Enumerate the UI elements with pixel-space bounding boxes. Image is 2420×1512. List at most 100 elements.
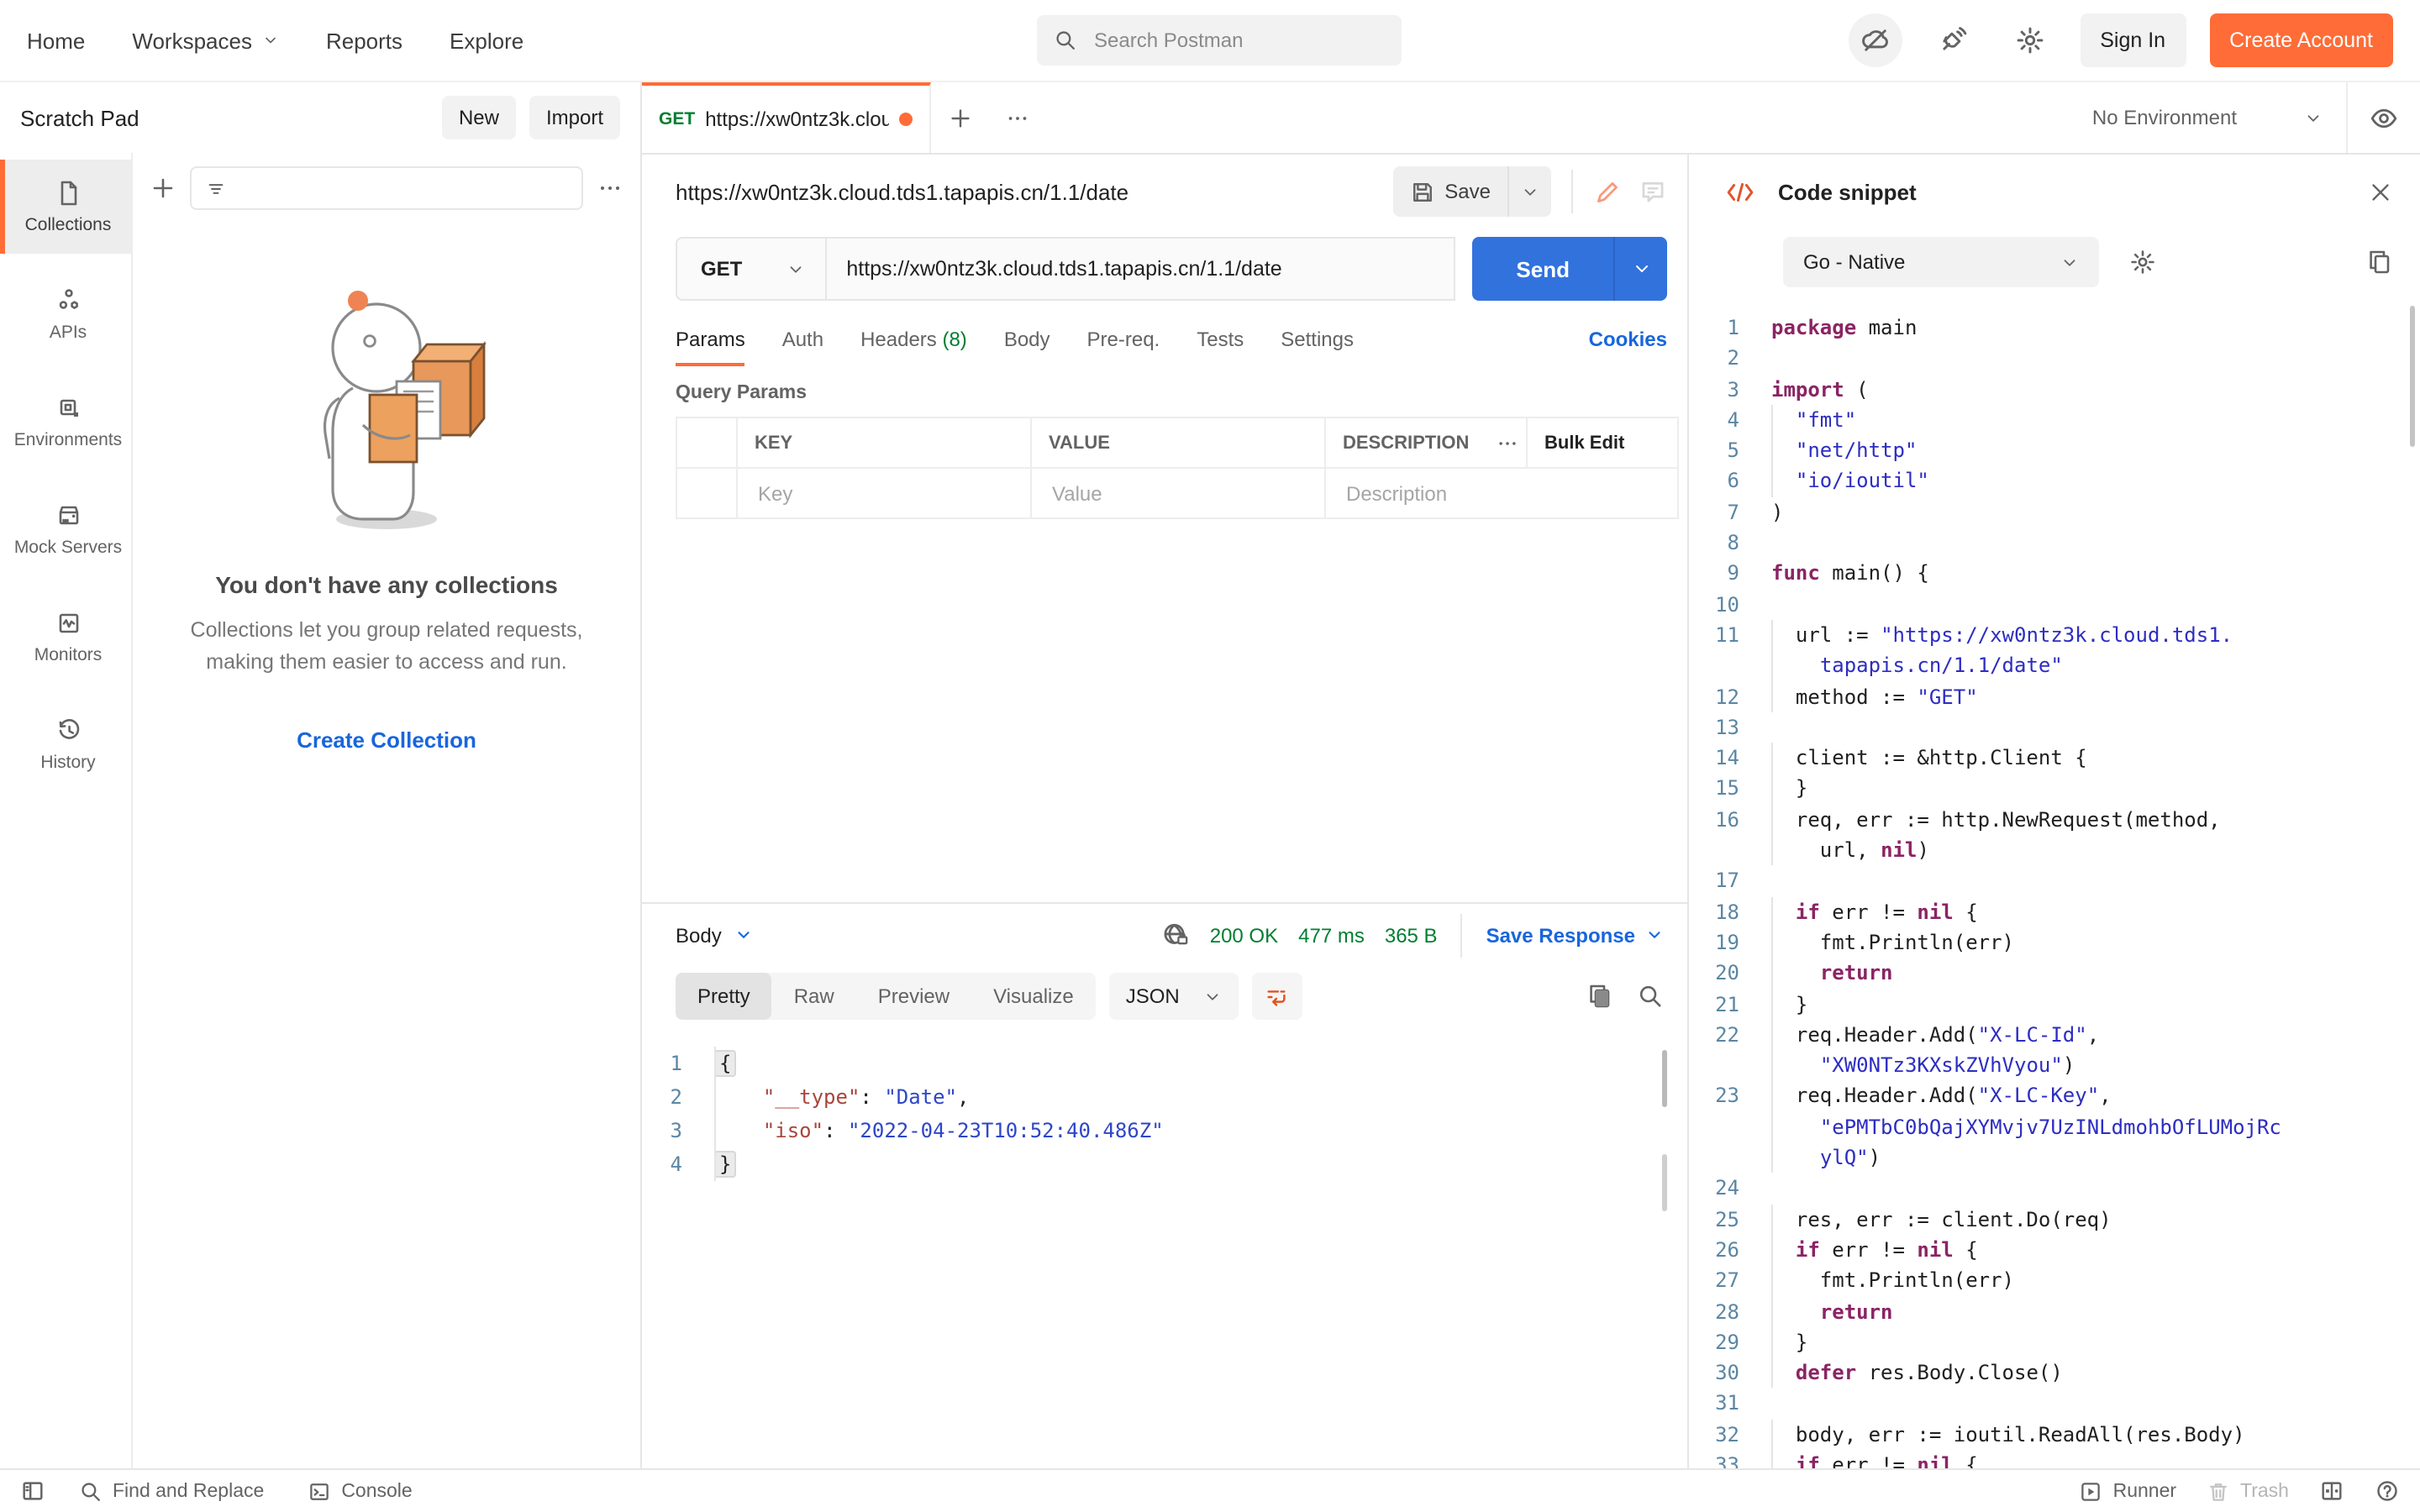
search-response-icon[interactable]: [1637, 983, 1664, 1010]
cookies-link[interactable]: Cookies: [1589, 328, 1667, 351]
response-scrollbar-thumb[interactable]: [1662, 1154, 1667, 1211]
comments-icon[interactable]: [1639, 177, 1667, 206]
environment-dropdown[interactable]: No Environment: [2069, 106, 2346, 129]
environment-quick-look-button[interactable]: [2346, 82, 2420, 153]
code-line: 16 req, err := http.NewRequest(method,: [1689, 805, 2420, 836]
send-button[interactable]: Send: [1472, 237, 1613, 301]
environment-selector: No Environment: [2069, 82, 2420, 153]
collections-filter[interactable]: [190, 166, 583, 210]
find-and-replace-button[interactable]: Find and Replace: [79, 1479, 264, 1503]
response-body-editor[interactable]: 1{2 "__type": "Date",3 "iso": "2022-04-2…: [642, 1026, 1687, 1468]
save-icon: [1409, 179, 1434, 204]
response-scrollbar-thumb[interactable]: [1662, 1050, 1667, 1107]
code-snippet-panel: Code snippet Go - Native 1package main23…: [1687, 155, 2420, 1468]
method-selector[interactable]: GET: [676, 237, 824, 301]
wrap-lines-button[interactable]: [1252, 973, 1302, 1020]
import-button[interactable]: Import: [529, 96, 620, 139]
sidebar-item-apis[interactable]: APIs: [0, 267, 131, 361]
question-icon: [2375, 1478, 2400, 1504]
collections-more-icon[interactable]: [597, 175, 623, 202]
new-tab-button[interactable]: [931, 82, 988, 153]
bulk-edit-button[interactable]: Bulk Edit: [1544, 433, 1624, 453]
collections-filter-input[interactable]: [237, 175, 568, 202]
sidebar-item-monitors[interactable]: Monitors: [0, 590, 131, 684]
nav-explore[interactable]: Explore: [450, 28, 523, 53]
nav-home[interactable]: Home: [27, 28, 85, 53]
code-line: 4 "fmt": [1689, 405, 2420, 436]
global-search[interactable]: [1037, 15, 1402, 66]
create-collection-link[interactable]: Create Collection: [297, 727, 476, 753]
trash-button[interactable]: Trash: [2207, 1479, 2289, 1503]
response-body-dropdown[interactable]: Body: [676, 923, 754, 947]
new-button[interactable]: New: [442, 96, 516, 139]
help-button[interactable]: [2375, 1478, 2400, 1504]
sidebar-header: Scratch Pad New Import: [0, 82, 640, 153]
snippet-scrollbar-thumb[interactable]: [2410, 306, 2415, 447]
global-search-input[interactable]: [1091, 27, 1360, 54]
offline-cloud-button[interactable]: [1848, 13, 1902, 67]
nav-reports[interactable]: Reports: [326, 28, 402, 53]
code-line: 22 req.Header.Add("X-LC-Id",: [1689, 1020, 2420, 1051]
snippet-settings-icon[interactable]: [2129, 249, 2156, 276]
nav-workspaces[interactable]: Workspaces: [132, 28, 279, 53]
view-pretty[interactable]: Pretty: [676, 973, 772, 1020]
sidebar-toggle-button[interactable]: [20, 1478, 45, 1504]
tab-settings[interactable]: Settings: [1281, 312, 1354, 366]
save-options-button[interactable]: [1507, 166, 1551, 217]
view-raw[interactable]: Raw: [772, 973, 856, 1020]
tab-pre-request[interactable]: Pre-req.: [1087, 312, 1160, 366]
save-button[interactable]: Save: [1392, 166, 1507, 217]
sidebar-item-history[interactable]: History: [0, 697, 131, 791]
copy-snippet-icon[interactable]: [2366, 249, 2393, 276]
url-input[interactable]: [826, 257, 1454, 281]
response-size[interactable]: 365 B: [1385, 923, 1438, 947]
copy-response-icon[interactable]: [1586, 983, 1613, 1010]
add-collection-icon[interactable]: [150, 175, 176, 202]
request-title: https://xw0ntz3k.cloud.tds1.tapapis.cn/1…: [676, 179, 1392, 204]
network-info-icon[interactable]: [1161, 921, 1190, 949]
rename-pencil-icon[interactable]: [1593, 177, 1622, 206]
param-key-input[interactable]: [755, 480, 1013, 507]
request-tab[interactable]: GET https://xw0ntz3k.clouc: [642, 82, 931, 153]
send-options-button[interactable]: [1613, 237, 1667, 301]
runner-button[interactable]: Runner: [2080, 1479, 2176, 1503]
workspace-title: Scratch Pad: [20, 105, 139, 130]
tab-tests[interactable]: Tests: [1197, 312, 1244, 366]
chevron-down-icon: [262, 32, 279, 49]
tab-headers[interactable]: Headers (8): [860, 312, 967, 366]
top-right-actions: Sign In Create Account: [1848, 13, 2393, 67]
code-line: 20 return: [1689, 958, 2420, 989]
sidebar-item-mock-servers[interactable]: Mock Servers: [0, 482, 131, 576]
two-pane-view-button[interactable]: [2319, 1478, 2344, 1504]
tab-body[interactable]: Body: [1004, 312, 1050, 366]
code-line: 26 if err != nil {: [1689, 1235, 2420, 1266]
settings-button[interactable]: [2002, 13, 2056, 67]
response-format-dropdown[interactable]: JSON: [1109, 973, 1239, 1020]
param-description-input[interactable]: [1343, 480, 1660, 507]
sidebar-item-collections[interactable]: Collections: [0, 160, 131, 254]
code-snippet-editor[interactable]: 1package main23import (4 "fmt"5 "net/htt…: [1689, 296, 2420, 1468]
tab-params[interactable]: Params: [676, 312, 745, 366]
console-button[interactable]: Console: [308, 1479, 412, 1503]
column-options-icon[interactable]: [1496, 431, 1519, 454]
value-header: VALUE: [1031, 417, 1325, 468]
code-line: "XW0NTz3KXskZVhVyou"): [1689, 1050, 2420, 1081]
view-visualize[interactable]: Visualize: [971, 973, 1096, 1020]
view-preview[interactable]: Preview: [856, 973, 971, 1020]
sign-in-button[interactable]: Sign In: [2080, 13, 2186, 67]
create-account-button[interactable]: Create Account: [2209, 13, 2393, 67]
response-status[interactable]: 200 OK: [1210, 923, 1278, 947]
sidebar-item-environments[interactable]: Environments: [0, 375, 131, 469]
param-value-input[interactable]: [1049, 480, 1307, 507]
save-response-button[interactable]: Save Response: [1486, 923, 1664, 947]
language-dropdown[interactable]: Go - Native: [1783, 237, 2099, 287]
tab-options-button[interactable]: [988, 82, 1045, 153]
chevron-down-icon: [786, 260, 804, 278]
history-icon: [55, 717, 82, 743]
interceptor-button[interactable]: [1925, 13, 1979, 67]
close-icon[interactable]: [2368, 179, 2393, 204]
unsaved-changes-dot: [899, 113, 913, 126]
tab-auth[interactable]: Auth: [782, 312, 823, 366]
response-time[interactable]: 477 ms: [1298, 923, 1365, 947]
code-line: 21 }: [1689, 989, 2420, 1020]
